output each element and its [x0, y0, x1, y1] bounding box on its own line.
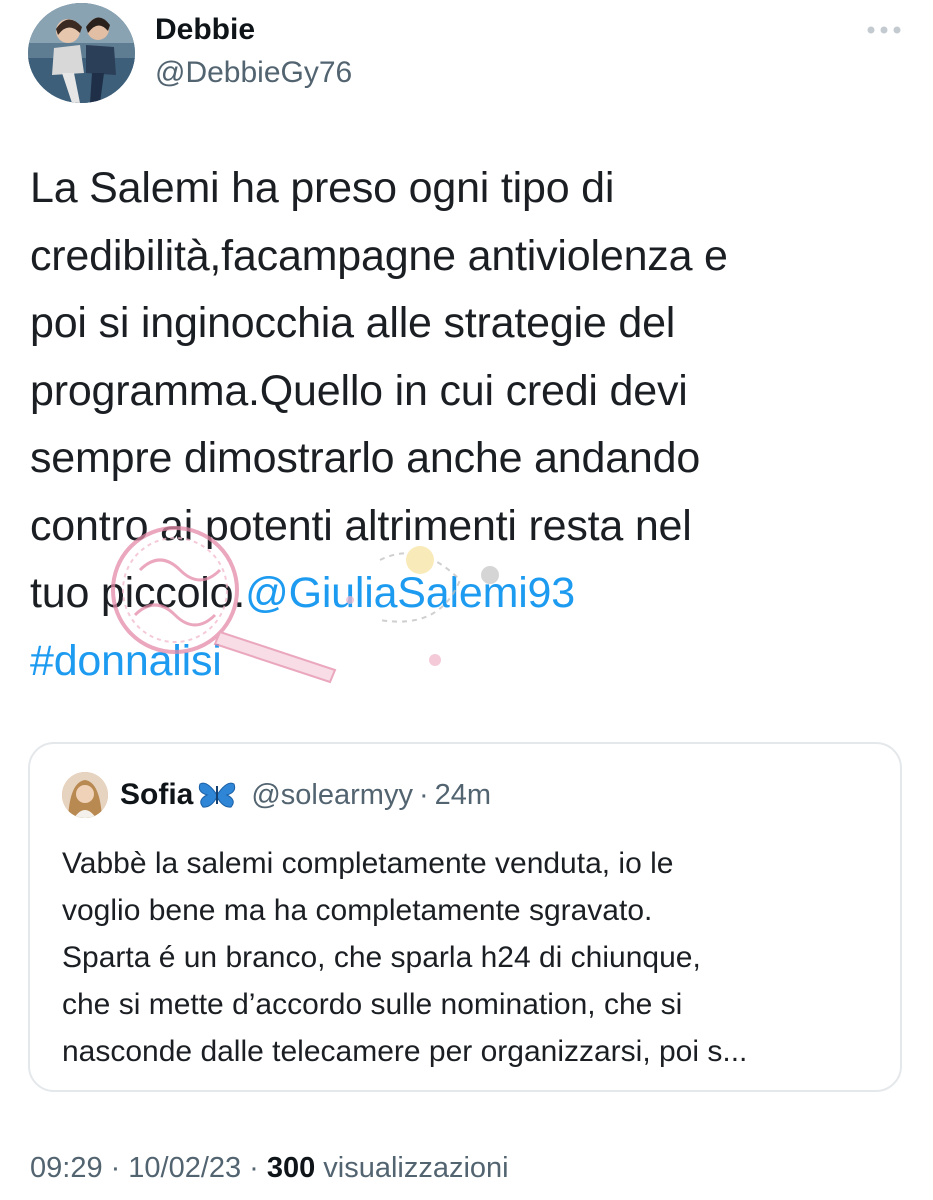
more-options-button[interactable] [858, 18, 910, 42]
quoted-tweet[interactable]: Sofia @solearmyy · 24m Vabbè la salemi c… [28, 742, 902, 1092]
tweet-card: Debbie @DebbieGy76 La Salemi ha preso og… [0, 0, 933, 1200]
quoted-separator: · [418, 778, 429, 811]
hashtag-link[interactable]: #donnalisi [30, 637, 222, 685]
quoted-author-avatar[interactable] [62, 772, 108, 818]
quoted-text: Vabbè la salemi completamente venduta, i… [62, 847, 748, 1068]
author-avatar[interactable] [28, 3, 135, 103]
tweet-body: La Salemi ha preso ogni tipo di credibil… [30, 155, 910, 695]
mention-link[interactable]: @GiuliaSalemi93 [245, 569, 575, 617]
quoted-display-name: Sofia [120, 778, 194, 811]
quoted-time: 24m [434, 778, 492, 811]
butterfly-icon [197, 780, 237, 810]
tweet-date[interactable]: 10/02/23 [128, 1152, 241, 1184]
footer-separator: · [110, 1152, 121, 1184]
quoted-header: Sofia @solearmyy · 24m [120, 778, 491, 812]
author-handle[interactable]: @DebbieGy76 [155, 55, 352, 91]
views-count[interactable]: 300 [267, 1152, 315, 1184]
profile-photo-icon [28, 3, 135, 103]
tweet-text: La Salemi ha preso ogni tipo di credibil… [30, 164, 728, 617]
quoted-handle: @solearmyy [251, 778, 413, 811]
author-display-name[interactable]: Debbie [155, 12, 255, 48]
views-label[interactable]: visualizzazioni [323, 1152, 508, 1184]
tweet-time[interactable]: 09:29 [30, 1152, 103, 1184]
tweet-footer: 09:29 · 10/02/23 · 300 visualizzazioni [30, 1152, 509, 1185]
footer-separator: · [249, 1152, 259, 1184]
more-options-icon [867, 26, 901, 34]
profile-photo-icon [62, 772, 108, 818]
